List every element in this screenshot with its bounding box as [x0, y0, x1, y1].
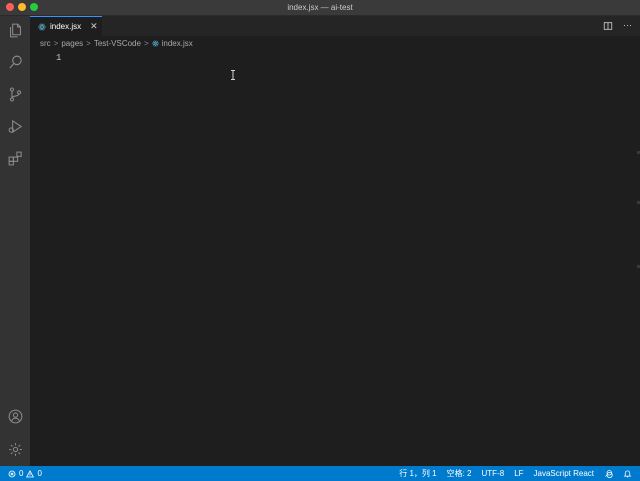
line-number: 1: [56, 53, 62, 63]
search-icon[interactable]: [5, 52, 25, 72]
warning-count: 0: [37, 469, 42, 478]
react-file-icon: [151, 40, 159, 47]
error-count: 0: [19, 469, 24, 478]
extensions-icon[interactable]: [5, 148, 25, 168]
code-editor[interactable]: 1: [30, 51, 640, 466]
warning-icon: [26, 469, 35, 477]
title-bar: index.jsx — ai-test: [0, 0, 640, 16]
activity-bar: [0, 16, 30, 466]
breadcrumb-separator: >: [53, 39, 59, 48]
breadcrumb-item-index-jsx[interactable]: index.jsx: [162, 39, 193, 48]
breadcrumb-item-pages[interactable]: pages: [61, 39, 83, 48]
text-cursor-icon: [231, 70, 235, 80]
react-file-icon: [38, 23, 46, 30]
feedback-icon[interactable]: [604, 469, 613, 478]
error-icon: [8, 470, 16, 477]
tab-label: index.jsx: [50, 22, 82, 31]
cursor-position[interactable]: 行 1，列 1: [399, 468, 436, 479]
notifications-bell-icon[interactable]: [623, 469, 632, 478]
breadcrumb: src > pages > Test-VSCode > index.jsx: [30, 36, 640, 51]
breadcrumb-item-src[interactable]: src: [40, 39, 51, 48]
problems-indicator[interactable]: 0 0: [8, 468, 42, 479]
indentation[interactable]: 空格: 2: [447, 468, 472, 479]
account-icon[interactable]: [5, 406, 25, 426]
explorer-icon[interactable]: [5, 20, 25, 40]
manage-gear-icon[interactable]: [5, 439, 25, 459]
editor-actions: ···: [603, 20, 632, 31]
breadcrumb-item-test-vscode[interactable]: Test-VSCode: [94, 39, 141, 48]
status-right-items: 行 1，列 1 空格: 2 UTF-8 LF JavaScript React: [399, 468, 632, 479]
tab-index-jsx[interactable]: index.jsx ✕: [30, 16, 102, 36]
window-title: index.jsx — ai-test: [287, 3, 353, 12]
status-bar: 0 0 行 1，列 1 空格: 2 UTF-8 LF JavaScript Re…: [0, 466, 640, 481]
encoding[interactable]: UTF-8: [482, 468, 505, 479]
source-control-icon[interactable]: [5, 84, 25, 104]
breadcrumb-separator: >: [86, 39, 91, 48]
end-of-line[interactable]: LF: [514, 468, 523, 479]
close-tab-icon[interactable]: ✕: [90, 22, 98, 31]
more-actions-icon[interactable]: ···: [623, 20, 632, 31]
split-editor-icon[interactable]: [603, 21, 613, 31]
scrollbar[interactable]: [636, 51, 640, 466]
editor-tab-bar: index.jsx ✕ ···: [30, 16, 640, 36]
language-mode[interactable]: JavaScript React: [534, 468, 594, 479]
breadcrumb-separator: >: [143, 39, 149, 48]
vscode-window: index.jsx — ai-test index.jsx ✕ ··· src …: [0, 0, 640, 481]
run-debug-icon[interactable]: [5, 116, 25, 136]
